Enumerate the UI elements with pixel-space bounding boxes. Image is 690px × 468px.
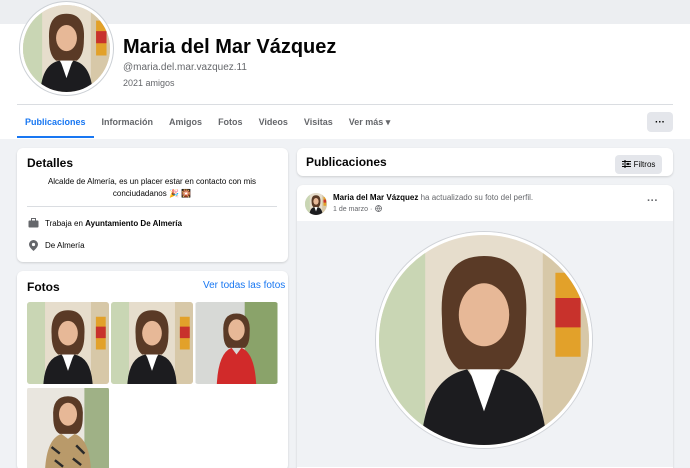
friends-count[interactable]: 2021 amigos bbox=[123, 78, 175, 88]
tab-publicaciones[interactable]: Publicaciones bbox=[17, 106, 94, 138]
see-all-photos-link[interactable]: Ver todas las fotos bbox=[203, 280, 285, 291]
photo-thumb-3[interactable] bbox=[195, 302, 278, 384]
work-row: Trabaja en Ayuntamiento De Almería bbox=[27, 217, 182, 229]
details-divider bbox=[27, 206, 277, 207]
posts-header-card: Publicaciones Filtros bbox=[297, 148, 673, 176]
post-header-text: Maria del Mar Vázquez ha actualizado su … bbox=[333, 193, 533, 202]
post-author-name[interactable]: Maria del Mar Vázquez bbox=[333, 193, 418, 202]
profile-tabs: Publicaciones Información Amigos Fotos V… bbox=[17, 106, 398, 138]
post-options-button[interactable]: ··· bbox=[647, 195, 658, 207]
globe-icon bbox=[375, 205, 383, 214]
profile-name: Maria del Mar Vázquez bbox=[123, 36, 337, 58]
posts-title: Publicaciones bbox=[306, 155, 387, 169]
photos-card: Fotos Ver todas las fotos bbox=[17, 271, 288, 468]
location-text: De Almería bbox=[45, 240, 85, 250]
post-action-text: ha actualizado su foto del perfil. bbox=[418, 193, 534, 202]
tab-visitas[interactable]: Visitas bbox=[296, 106, 341, 138]
tab-videos[interactable]: Videos bbox=[251, 106, 296, 138]
post-date[interactable]: 1 de marzo · bbox=[333, 206, 372, 213]
briefcase-icon bbox=[27, 217, 39, 229]
filter-icon bbox=[621, 159, 631, 170]
details-card: Detalles Alcalde de Almería, es un place… bbox=[17, 148, 288, 262]
tab-informacion[interactable]: Información bbox=[94, 106, 162, 138]
filters-label: Filtros bbox=[633, 160, 656, 169]
bio-text: Alcalde de Almería, es un placer estar e… bbox=[47, 177, 257, 198]
location-pin-icon bbox=[27, 239, 39, 251]
profile-avatar[interactable] bbox=[20, 2, 113, 95]
post-image[interactable] bbox=[297, 221, 673, 467]
post-card: Maria del Mar Vázquez ha actualizado su … bbox=[297, 185, 673, 468]
photo-thumb-4[interactable] bbox=[27, 387, 109, 468]
details-title: Detalles bbox=[27, 156, 74, 170]
tab-amigos[interactable]: Amigos bbox=[161, 106, 210, 138]
tab-fotos[interactable]: Fotos bbox=[210, 106, 251, 138]
profile-handle: @maria.del.mar.vazquez.11 bbox=[123, 62, 247, 73]
photo-thumb-2[interactable] bbox=[111, 302, 193, 384]
photo-thumb-1[interactable] bbox=[27, 302, 109, 384]
location-row: De Almería bbox=[27, 239, 85, 251]
header-divider bbox=[17, 104, 673, 105]
profile-photo-large bbox=[376, 232, 592, 448]
post-author-avatar[interactable] bbox=[305, 193, 327, 215]
profile-header: Maria del Mar Vázquez @maria.del.mar.vaz… bbox=[0, 0, 690, 139]
post-meta: 1 de marzo · bbox=[333, 205, 383, 214]
tab-ver-mas[interactable]: Ver más ▾ bbox=[341, 106, 399, 138]
more-options-button[interactable]: ··· bbox=[647, 112, 673, 132]
photos-title: Fotos bbox=[27, 280, 60, 294]
work-place-link[interactable]: Ayuntamiento De Almería bbox=[85, 219, 182, 228]
filters-button[interactable]: Filtros bbox=[615, 155, 662, 174]
work-prefix: Trabaja en bbox=[45, 218, 86, 228]
